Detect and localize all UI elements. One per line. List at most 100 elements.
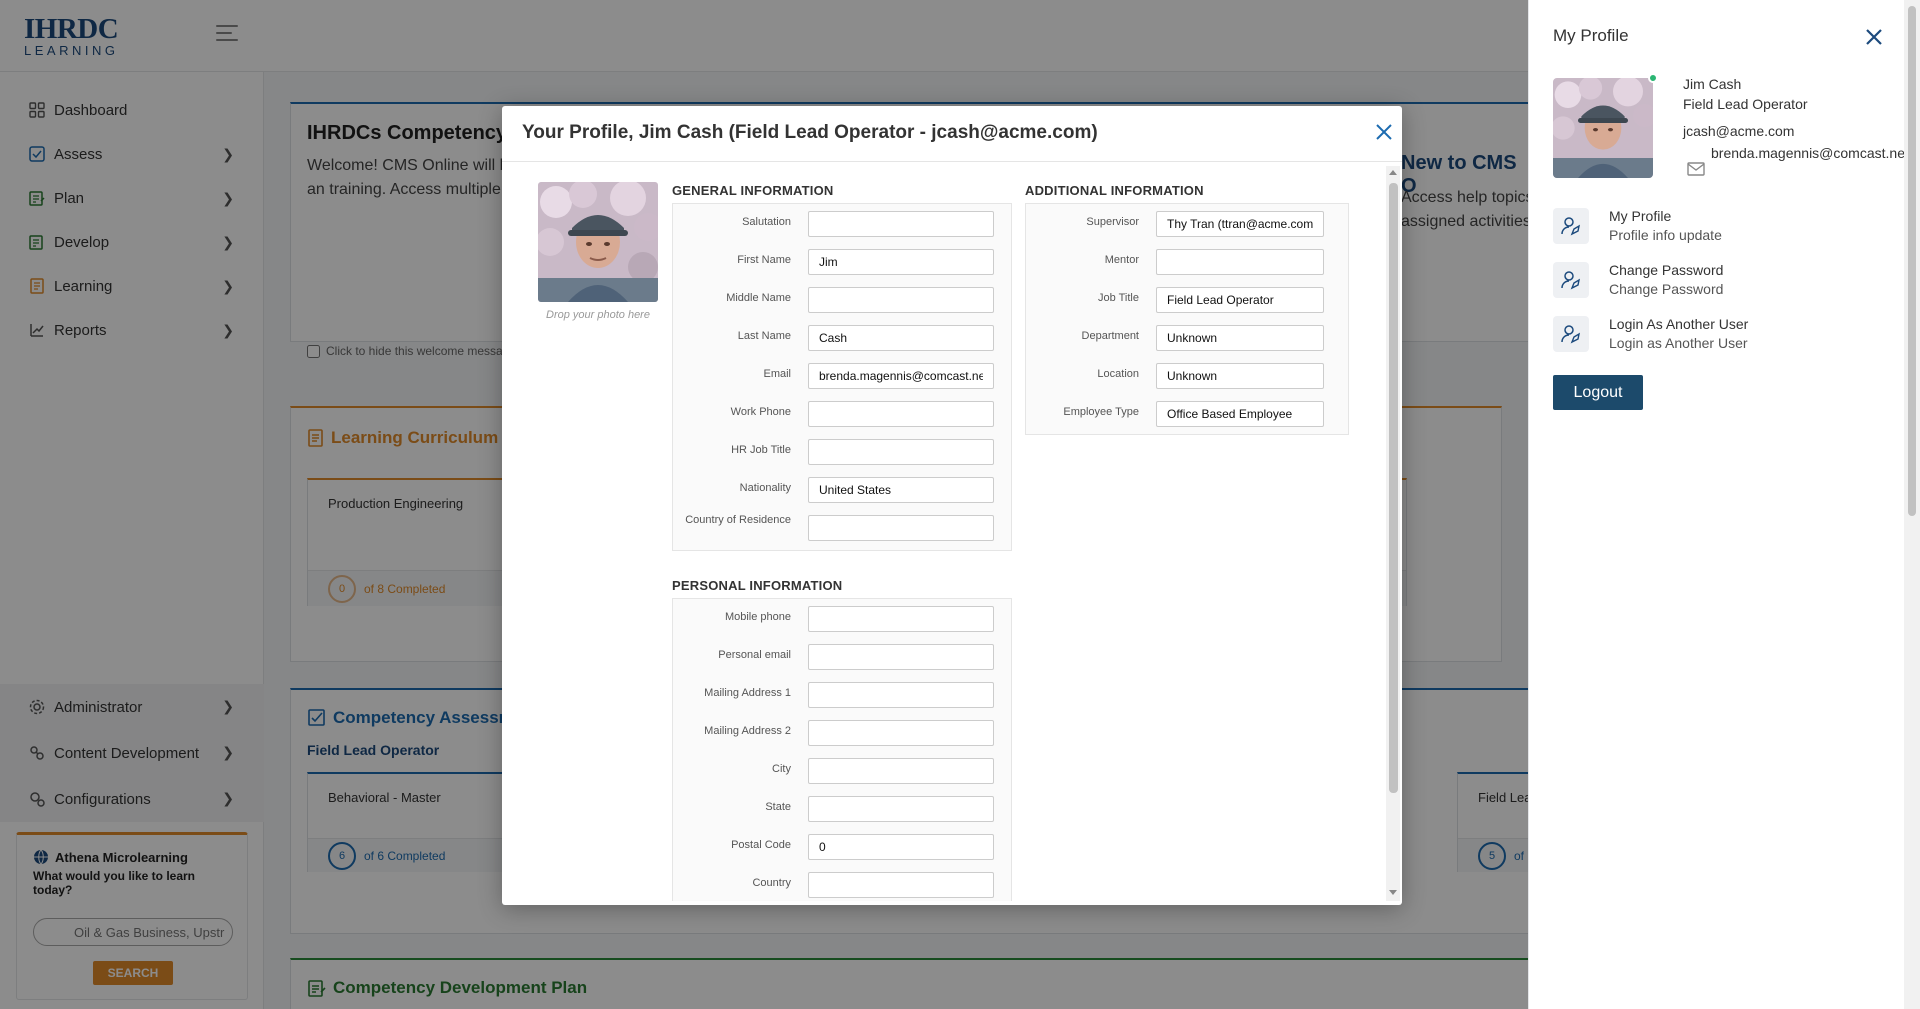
field-label: HR Job Title — [731, 444, 791, 456]
form-row: HR Job Title — [673, 432, 1011, 470]
field-input[interactable] — [1156, 401, 1324, 427]
field-label: Nationality — [739, 482, 791, 494]
mail-icon — [1687, 162, 1705, 181]
field-label: Mentor — [1104, 254, 1139, 266]
field-input[interactable] — [808, 325, 994, 351]
modal-title: Your Profile, Jim Cash (Field Lead Opera… — [522, 122, 1098, 143]
field-input[interactable] — [808, 682, 994, 708]
form-row: Country of Residence — [673, 508, 1011, 546]
drawer-title: My Profile — [1553, 26, 1629, 45]
field-label: Email — [763, 368, 791, 380]
field-input[interactable] — [1156, 287, 1324, 313]
form-row: Country — [673, 865, 1011, 901]
logout-button[interactable]: Logout — [1553, 375, 1643, 410]
drop-photo-hint: Drop your photo here — [546, 309, 650, 321]
field-label: Postal Code — [731, 839, 791, 851]
field-label: Supervisor — [1086, 216, 1139, 228]
change-password-link-sub: Change Password — [1609, 281, 1724, 297]
general-information-title: GENERAL INFORMATION — [672, 183, 834, 198]
form-row: Middle Name — [673, 280, 1011, 318]
form-row: City — [673, 751, 1011, 789]
form-row: Employee Type — [1026, 394, 1348, 432]
modal-body: Drop your photo here GENERAL INFORMATION… — [502, 163, 1402, 901]
field-input[interactable] — [808, 287, 994, 313]
scroll-down-arrow-icon[interactable] — [1389, 890, 1397, 895]
my-profile-link[interactable]: My Profile Profile info update — [1553, 202, 1893, 250]
field-input[interactable] — [808, 515, 994, 541]
form-row: Postal Code — [673, 827, 1011, 865]
field-label: Last Name — [737, 330, 791, 342]
form-row: Department — [1026, 318, 1348, 356]
user-edit-icon — [1553, 208, 1589, 244]
field-input[interactable] — [1156, 325, 1324, 351]
field-input[interactable] — [808, 211, 994, 237]
additional-information-panel: Supervisor Mentor Job Title Department Locat… — [1025, 203, 1349, 435]
profile-modal: Your Profile, Jim Cash (Field Lead Opera… — [502, 106, 1402, 905]
my-profile-link-title: My Profile — [1609, 208, 1672, 224]
field-input[interactable] — [1156, 363, 1324, 389]
field-label: Employee Type — [1063, 406, 1139, 418]
form-row: Work Phone — [673, 394, 1011, 432]
field-label: State — [765, 801, 791, 813]
profile-name: Jim Cash — [1683, 76, 1742, 92]
field-label: Work Phone — [730, 406, 791, 418]
field-input[interactable] — [808, 796, 994, 822]
modal-scroll-thumb[interactable] — [1389, 183, 1398, 793]
field-input[interactable] — [808, 758, 994, 784]
form-row: Location — [1026, 356, 1348, 394]
field-label: Country of Residence — [685, 514, 791, 526]
additional-information-title: ADDITIONAL INFORMATION — [1025, 183, 1204, 198]
login-as-another-user-link-sub: Login as Another User — [1609, 335, 1748, 351]
field-input[interactable] — [1156, 211, 1324, 237]
field-input[interactable] — [1156, 249, 1324, 275]
profile-photo[interactable] — [538, 182, 658, 302]
field-label: Mailing Address 2 — [704, 725, 791, 737]
field-input[interactable] — [808, 872, 994, 898]
login-as-another-user-link[interactable]: Login As Another User Login as Another U… — [1553, 310, 1893, 358]
field-input[interactable] — [808, 249, 994, 275]
profile-secondary-email: brenda.magennis@comcast.net — [1711, 145, 1909, 161]
page-scroll-thumb[interactable] — [1908, 6, 1916, 516]
my-profile-drawer: My Profile Jim Cash Field Lead Operator … — [1528, 0, 1920, 1009]
field-label: Middle Name — [726, 292, 791, 304]
close-icon[interactable] — [1863, 26, 1885, 48]
form-row: Salutation — [673, 204, 1011, 242]
form-row: Mailing Address 1 — [673, 675, 1011, 713]
avatar — [1553, 78, 1653, 178]
form-row: Mobile phone — [673, 599, 1011, 637]
field-input[interactable] — [808, 401, 994, 427]
form-row: First Name — [673, 242, 1011, 280]
user-edit-icon — [1553, 262, 1589, 298]
login-as-another-user-link-title: Login As Another User — [1609, 316, 1749, 332]
online-status-dot — [1648, 73, 1658, 83]
field-label: Personal email — [718, 649, 791, 661]
form-row: Mentor — [1026, 242, 1348, 280]
personal-information-title: PERSONAL INFORMATION — [672, 578, 843, 593]
profile-role: Field Lead Operator — [1683, 96, 1808, 112]
field-label: City — [772, 763, 791, 775]
form-row: Email — [673, 356, 1011, 394]
page-scrollbar[interactable] — [1904, 0, 1920, 1009]
field-input[interactable] — [808, 439, 994, 465]
field-label: Department — [1081, 330, 1139, 342]
field-label: Country — [752, 877, 791, 889]
field-input[interactable] — [808, 606, 994, 632]
my-profile-link-sub: Profile info update — [1609, 227, 1722, 243]
form-row: State — [673, 789, 1011, 827]
modal-scrollbar[interactable] — [1386, 166, 1400, 901]
user-edit-icon — [1553, 316, 1589, 352]
form-row: Mailing Address 2 — [673, 713, 1011, 751]
field-input[interactable] — [808, 477, 994, 503]
close-icon[interactable] — [1372, 120, 1396, 144]
personal-information-panel: Mobile phone Personal email Mailing Addres… — [672, 598, 1012, 901]
field-input[interactable] — [808, 834, 994, 860]
form-row: Supervisor — [1026, 204, 1348, 242]
field-input[interactable] — [808, 363, 994, 389]
modal-header: Your Profile, Jim Cash (Field Lead Opera… — [502, 106, 1402, 162]
change-password-link[interactable]: Change Password Change Password — [1553, 256, 1893, 304]
field-input[interactable] — [808, 720, 994, 746]
field-input[interactable] — [808, 644, 994, 670]
field-label: Mailing Address 1 — [704, 687, 791, 699]
form-row: Last Name — [673, 318, 1011, 356]
scroll-up-arrow-icon[interactable] — [1389, 170, 1397, 175]
